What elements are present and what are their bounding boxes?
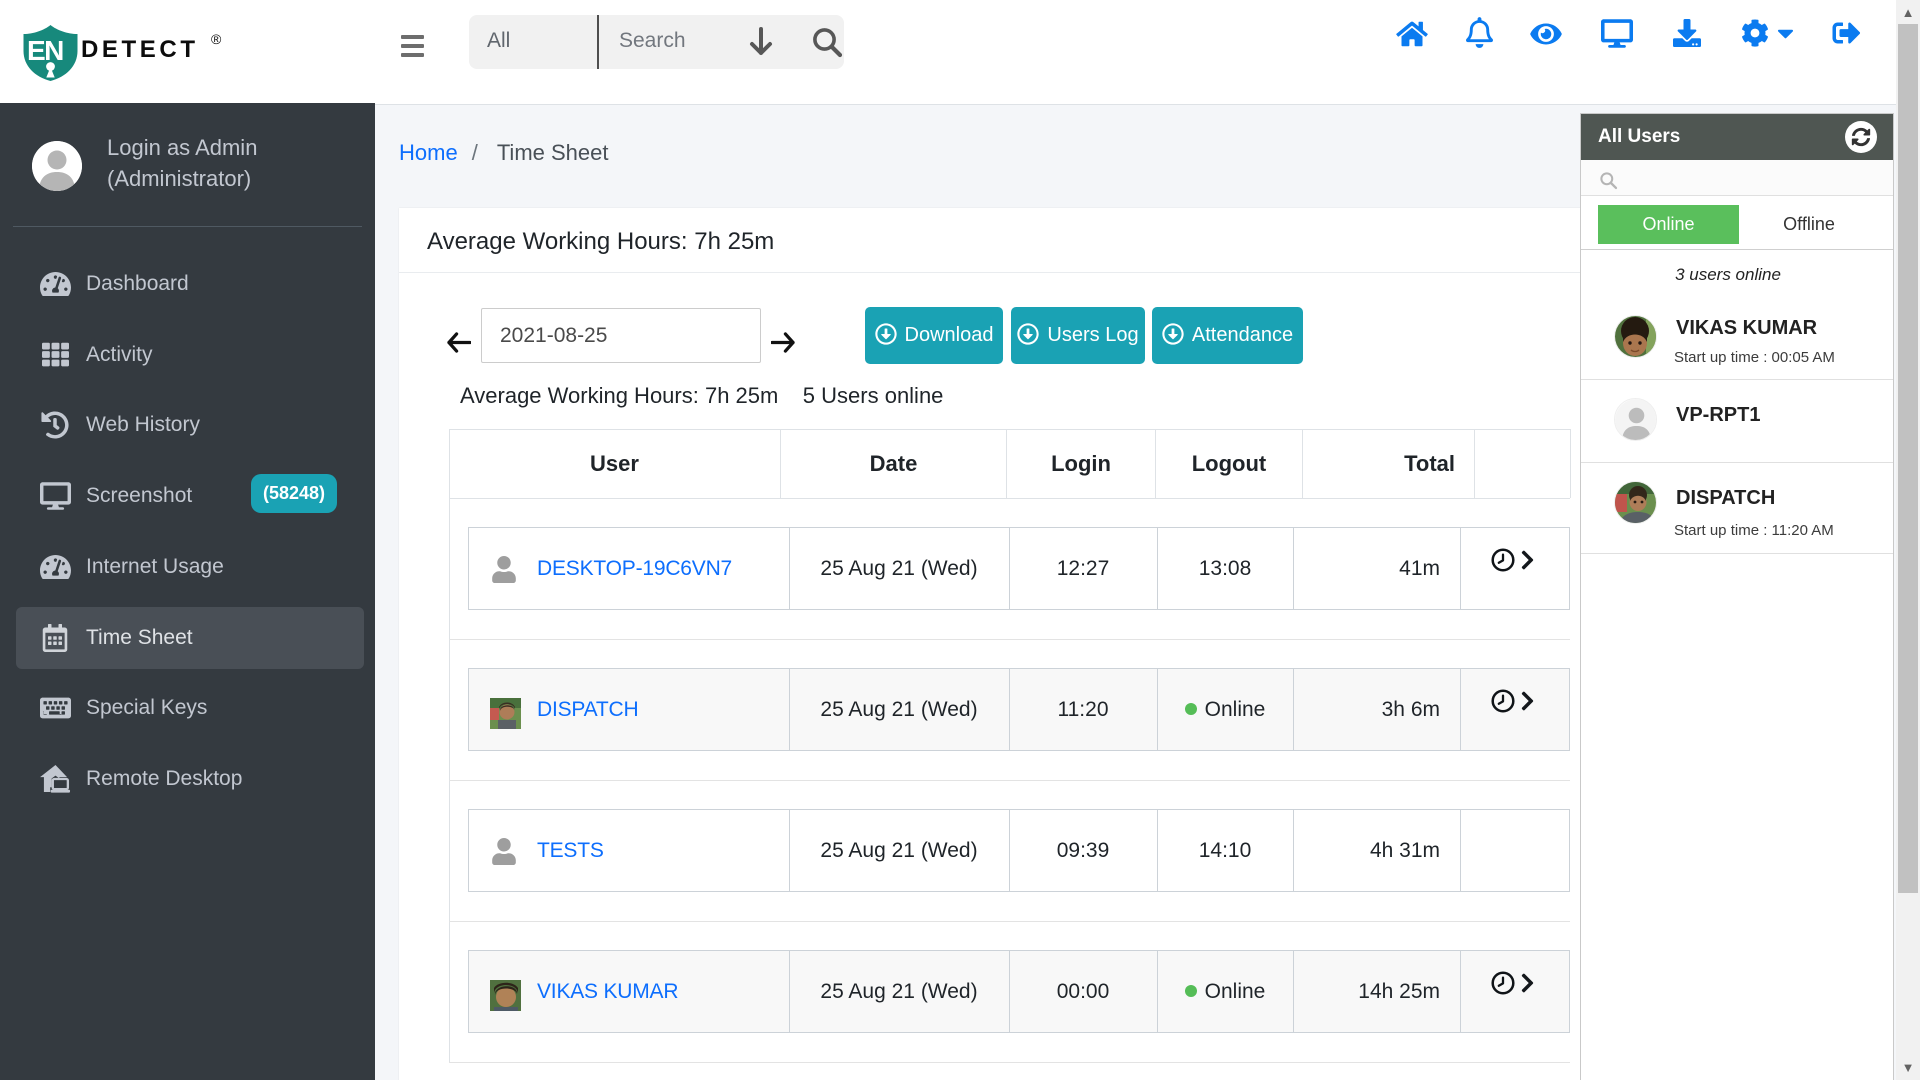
svg-text:DETECT: DETECT <box>81 36 199 63</box>
svg-text:®: ® <box>211 31 222 47</box>
svg-text:EN: EN <box>27 35 63 66</box>
